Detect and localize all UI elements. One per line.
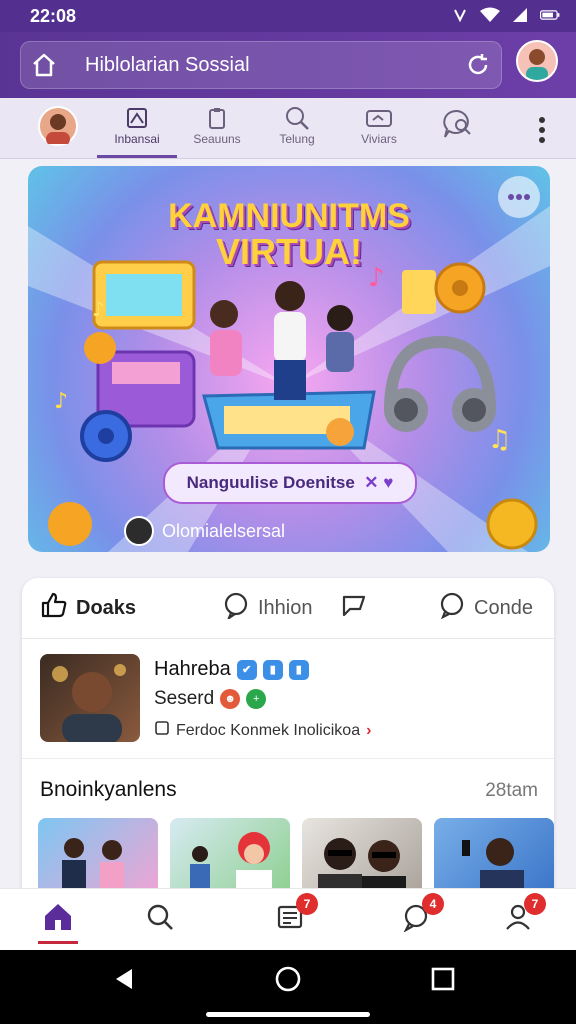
app-bar: Hiblolarian Sossial (0, 32, 576, 98)
badge-icon: ▮ (288, 659, 309, 680)
notification-count: 7 (524, 893, 546, 915)
post-author-row[interactable]: Hahreba ✔ ▮ ▮ Seserd ☻ + Ferdoc Konmek I… (40, 654, 540, 746)
comment-label: Ihhion (258, 596, 313, 619)
thumbnail-3[interactable] (302, 818, 422, 888)
banner-cta-label: Nanguulise Doenitse (186, 473, 355, 492)
profile-avatar[interactable] (38, 106, 78, 146)
notification-count: 4 (422, 893, 444, 915)
comment-button[interactable]: Ihhion (222, 591, 313, 625)
status-time: 22:08 (30, 6, 77, 26)
post-meta-row[interactable]: Ferdoc Konmek Inolicikoa › (154, 720, 371, 741)
svg-text:♪: ♪ (54, 389, 68, 414)
tab-bar: Inbansai Seauuns Telung Viviars (0, 98, 576, 159)
banner-user-avatar (124, 516, 154, 546)
image-icon (97, 104, 177, 132)
home-icon[interactable] (31, 52, 57, 78)
banner-title: KAMNIUNITMS VIRTUA! (28, 198, 550, 270)
home-circle-icon[interactable] (273, 964, 303, 994)
video-icon (339, 104, 419, 132)
banner-more-button[interactable] (498, 176, 540, 218)
wifi-icon (480, 6, 500, 24)
thumbnail-2[interactable] (170, 818, 290, 888)
chat-search-icon (418, 104, 498, 144)
action-bar: Doaks Ihhion Conde (22, 578, 554, 639)
signal-icon (510, 6, 530, 24)
nav-feed[interactable]: 7 (270, 893, 318, 939)
section-title: Bnoinkyanlens (40, 778, 177, 801)
refresh-icon[interactable] (465, 52, 491, 78)
author-subtitle: Seserd (154, 688, 215, 709)
nav-search[interactable] (140, 899, 180, 939)
status-icons (450, 6, 560, 24)
section-meta: 28tam (485, 780, 538, 801)
author-name: Hahreba (154, 658, 231, 680)
search-icon (257, 104, 337, 132)
tab-inbansai[interactable]: Inbansai (97, 104, 177, 158)
tab-seauuns[interactable]: Seauuns (177, 104, 257, 152)
nav-active-indicator (38, 941, 78, 944)
chevron-right-icon: › (366, 721, 372, 739)
svg-text:♫: ♫ (488, 425, 511, 455)
recents-icon[interactable] (428, 964, 458, 994)
tab-telung[interactable]: Telung (257, 104, 337, 152)
thumbnail-4[interactable] (434, 818, 554, 888)
nfc-icon (450, 6, 470, 24)
banner-title-line2: VIRTUA! (216, 231, 362, 272)
system-nav-bar (0, 950, 576, 1024)
verified-icon: ✔ (236, 659, 257, 680)
tab-label: Telung (279, 132, 315, 146)
heart-icon: ✕ ♥ (359, 473, 394, 492)
banner-title-line1: KAMNIUNITMS (168, 197, 410, 235)
thumbnail-1[interactable] (38, 818, 158, 888)
battery-icon (540, 6, 560, 24)
notification-count: 7 (296, 893, 318, 915)
gesture-handle[interactable] (206, 1012, 370, 1017)
plus-icon: + (246, 689, 267, 709)
home-icon (41, 900, 75, 939)
app-title: Hiblolarian Sossial (85, 54, 250, 76)
clipboard-icon (177, 104, 257, 132)
share-bubble-icon (438, 591, 466, 625)
back-icon[interactable] (110, 964, 140, 994)
reply-icon (340, 591, 368, 625)
badge-icon: ▮ (262, 659, 283, 680)
nav-profile[interactable]: 7 (498, 893, 546, 939)
title-search-box[interactable]: Hiblolarian Sossial (20, 41, 502, 89)
more-vert-icon[interactable] (538, 116, 546, 144)
like-button[interactable]: Doaks (40, 591, 137, 625)
author-subtitle-row: Seserd ☻ + (154, 688, 267, 710)
document-icon (154, 720, 170, 741)
tab-viviars[interactable]: Viviars (339, 104, 419, 152)
nav-chat[interactable]: 4 (396, 893, 444, 939)
tab-label: Seauuns (193, 132, 241, 146)
tab-label: Viviars (361, 132, 397, 146)
emoji-icon: ☻ (220, 689, 241, 709)
author-name-row: Hahreba ✔ ▮ ▮ (154, 658, 309, 681)
tab-chat-search[interactable] (418, 104, 498, 152)
share-button[interactable]: Conde (438, 591, 533, 625)
reply-icon-button[interactable] (340, 593, 368, 623)
banner-user-name: Olomialelsersal (162, 520, 286, 541)
post-meta-text: Ferdoc Konmek Inolicikoa (176, 721, 361, 739)
thumbnail-strip (38, 818, 554, 888)
banner-cta-button[interactable]: Nanguulise Doenitse ✕ ♥ (163, 462, 417, 504)
bottom-nav: 7 4 7 (0, 888, 576, 951)
hero-banner[interactable]: ♪ ♪ ♫ ♪ KAMNIUNITMS VIRTUA! Nanguulise D… (28, 166, 550, 552)
divider (22, 758, 554, 759)
share-label: Conde (474, 596, 533, 619)
nav-home[interactable] (38, 899, 78, 939)
svg-text:♪: ♪ (92, 297, 105, 321)
comment-icon (222, 591, 250, 625)
user-avatar[interactable] (516, 40, 558, 82)
banner-user[interactable]: Olomialelsersal (124, 516, 286, 546)
search-icon (145, 902, 175, 937)
thumbs-up-icon (40, 591, 68, 625)
more-horiz-icon (508, 194, 530, 200)
tab-label: Inbansai (114, 132, 160, 146)
like-label: Doaks (76, 596, 137, 619)
author-photo[interactable] (40, 654, 140, 742)
status-bar: 22:08 (0, 0, 576, 32)
